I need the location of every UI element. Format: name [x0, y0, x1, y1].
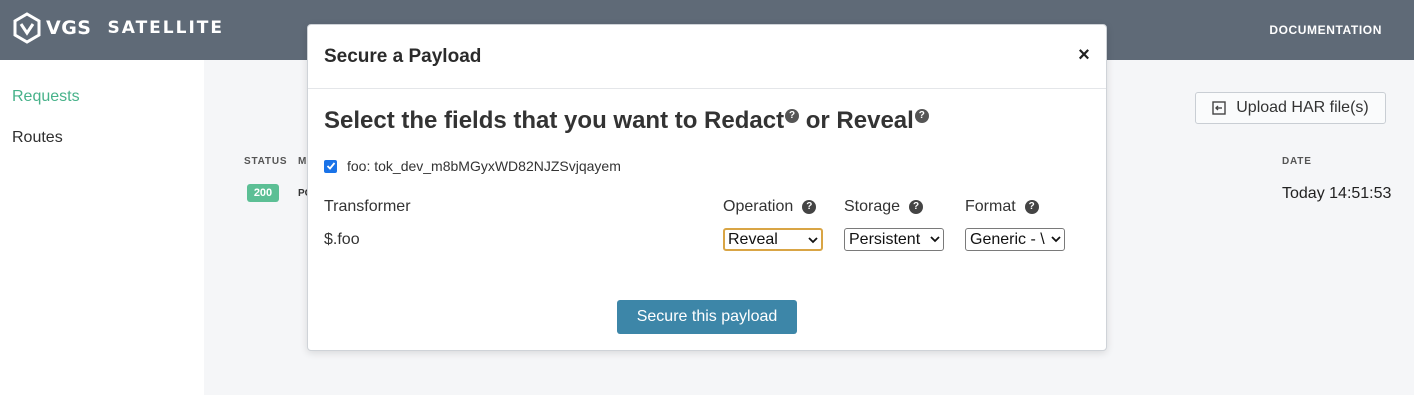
- column-transformer: Transformer: [324, 198, 411, 216]
- documentation-link[interactable]: DOCUMENTATION: [1269, 23, 1382, 37]
- column-header-date: DATE: [1282, 156, 1312, 167]
- upload-har-label: Upload HAR file(s): [1236, 99, 1369, 116]
- column-storage: Storage ?: [844, 198, 924, 216]
- checkmark-icon: [326, 162, 335, 170]
- column-operation: Operation ?: [723, 198, 817, 216]
- column-header-method: M: [298, 156, 308, 167]
- reveal-help-icon[interactable]: ?: [914, 109, 929, 123]
- heading-redact-text: Select the fields that you want to Redac…: [324, 107, 785, 134]
- operation-help-icon[interactable]: ?: [802, 200, 817, 214]
- close-icon[interactable]: ×: [1076, 45, 1092, 65]
- format-value: Generic - \: [970, 231, 1045, 248]
- brand-satellite: SATELLITE: [107, 18, 224, 38]
- storage-select[interactable]: Persistent: [844, 228, 944, 251]
- storage-help-icon[interactable]: ?: [909, 200, 924, 214]
- upload-icon: [1212, 101, 1226, 115]
- redact-help-icon[interactable]: ?: [785, 109, 800, 123]
- secure-payload-modal: Secure a Payload × Select the fields tha…: [307, 24, 1107, 351]
- column-header-status: STATUS: [244, 156, 288, 167]
- vgs-logo-icon: [13, 12, 41, 44]
- chevron-down-icon: [930, 236, 940, 243]
- format-label: Format: [965, 198, 1016, 215]
- transformer-label: Transformer: [324, 198, 411, 215]
- column-format: Format ?: [965, 198, 1039, 216]
- storage-label: Storage: [844, 198, 901, 215]
- modal-title: Secure a Payload: [324, 46, 482, 67]
- operation-select[interactable]: Reveal: [723, 228, 823, 251]
- field-label: foo: tok_dev_m8bMGyxWD82NJZSvjqayem: [347, 158, 621, 174]
- sidebar-item-routes[interactable]: Routes: [12, 129, 63, 147]
- format-select[interactable]: Generic - \: [965, 228, 1065, 251]
- secure-payload-button[interactable]: Secure this payload: [617, 300, 797, 334]
- operation-value: Reveal: [728, 231, 778, 248]
- format-help-icon[interactable]: ?: [1024, 200, 1039, 214]
- upload-har-button[interactable]: Upload HAR file(s): [1195, 92, 1386, 124]
- select-fields-heading: Select the fields that you want to Redac…: [324, 107, 929, 135]
- transformer-path: $.foo: [324, 231, 360, 248]
- sidebar: Requests Routes: [0, 60, 204, 395]
- request-date: Today 14:51:53: [1282, 185, 1392, 202]
- brand-vgs: VGS: [46, 17, 92, 39]
- heading-reveal-text: or Reveal: [799, 107, 914, 134]
- modal-header: Secure a Payload ×: [308, 25, 1106, 89]
- storage-value: Persistent: [849, 231, 921, 248]
- chevron-down-icon: [1051, 236, 1061, 243]
- chevron-down-icon: [808, 237, 818, 244]
- brand-logo[interactable]: VGS SATELLITE: [12, 12, 224, 44]
- sidebar-item-requests[interactable]: Requests: [12, 88, 80, 106]
- field-option: foo: tok_dev_m8bMGyxWD82NJZSvjqayem: [324, 158, 621, 174]
- operation-label: Operation: [723, 198, 794, 215]
- status-badge: 200: [247, 184, 279, 202]
- field-checkbox[interactable]: [324, 159, 337, 173]
